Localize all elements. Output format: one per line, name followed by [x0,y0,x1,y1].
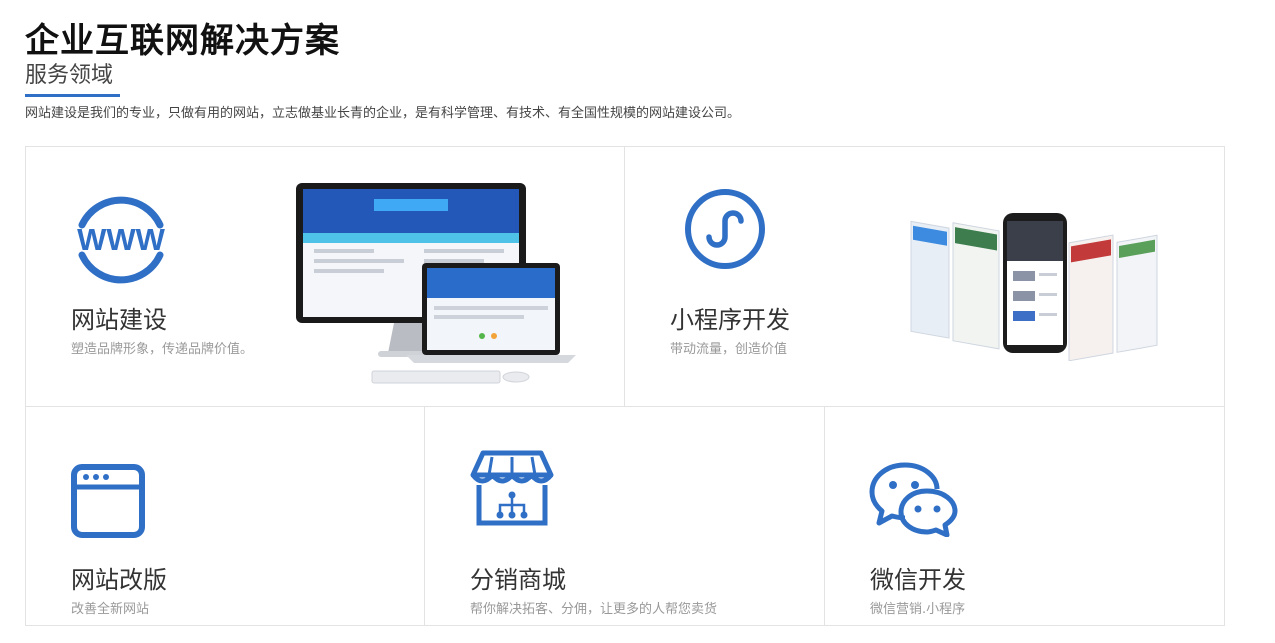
card-description: 改善全新网站 [71,602,150,617]
card-title: 微信开发 [870,566,966,594]
mini-program-screens-illustration [910,213,1158,361]
www-globe-icon: WWW [77,196,166,284]
wechat-icon [869,462,958,537]
card-description: 带动流量，创造价值 [670,342,788,357]
card-title: 小程序开发 [670,306,790,334]
card-description: 微信营销.小程序 [870,602,966,617]
card-description: 塑造品牌形象，传递品牌价值。 [71,342,254,357]
storefront-icon [470,450,554,526]
subtitle-underline [25,94,120,97]
intro-text: 网站建设是我们的专业，只做有用的网站，立志做基业长青的企业，是有科学管理、有技术… [25,106,741,121]
service-card-mini-program[interactable]: 小程序开发 带动流量，创造价值 [624,146,1225,407]
mini-program-icon [685,189,765,269]
card-title: 分销商城 [470,566,566,594]
service-card-website-redesign[interactable]: 网站改版 改善全新网站 [25,406,425,626]
page-title: 企业互联网解决方案 [25,21,340,61]
card-description: 帮你解决拓客、分佣，让更多的人帮您卖货 [470,602,718,617]
website-devices-illustration [296,183,576,384]
service-card-website[interactable]: WWW 网站建设 塑造品牌形象，传递品牌价值。 [25,146,625,407]
svg-text:WWW: WWW [77,222,166,257]
card-title: 网站改版 [71,566,167,594]
section-subtitle: 服务领域 [25,63,114,88]
service-card-wechat[interactable]: 微信开发 微信营销.小程序 [824,406,1225,626]
service-card-distribution-mall[interactable]: 分销商城 帮你解决拓客、分佣，让更多的人帮您卖货 [424,406,825,626]
browser-window-icon [71,464,145,538]
card-title: 网站建设 [71,306,167,334]
